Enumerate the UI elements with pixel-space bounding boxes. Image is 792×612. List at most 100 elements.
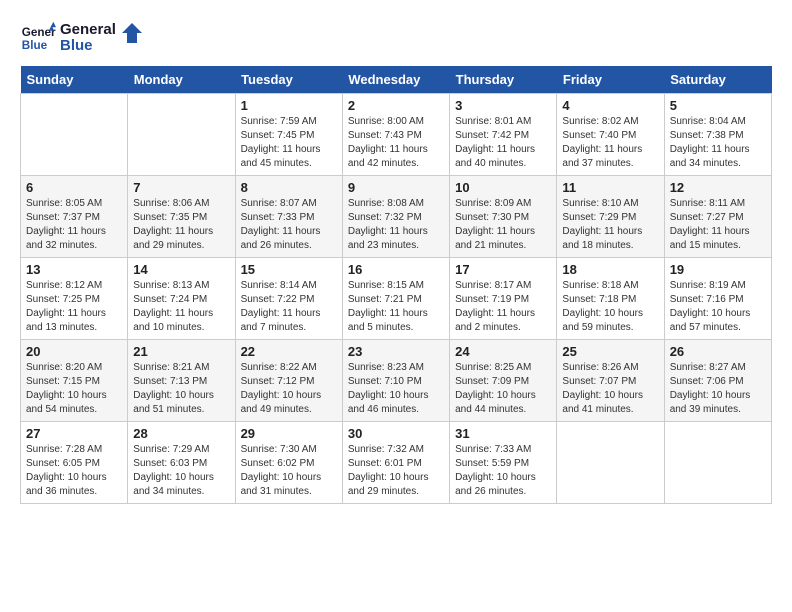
day-info: Sunrise: 8:21 AM Sunset: 7:13 PM Dayligh… xyxy=(133,361,229,417)
day-number: 18 xyxy=(562,262,658,277)
day-number: 5 xyxy=(670,98,766,113)
day-info: Sunrise: 7:28 AM Sunset: 6:05 PM Dayligh… xyxy=(26,443,122,499)
calendar-cell: 20 Sunrise: 8:20 AM Sunset: 7:15 PM Dayli… xyxy=(21,340,128,422)
weekday-header-tuesday: Tuesday xyxy=(235,66,342,94)
logo: General Blue General Blue xyxy=(20,20,142,56)
day-number: 17 xyxy=(455,262,551,277)
calendar-cell: 21Sunrise: 8:21 AM Sunset: 7:13 PM Dayli… xyxy=(128,340,235,422)
day-number: 15 xyxy=(241,262,337,277)
day-info: Sunrise: 8:14 AM Sunset: 7:22 PM Dayligh… xyxy=(241,279,337,335)
header-row: SundayMondayTuesdayWednesdayThursdayFrid… xyxy=(21,66,772,94)
day-number: 14 xyxy=(133,262,229,277)
week-row: 6Sunrise: 8:05 AM Sunset: 7:37 PM Daylig… xyxy=(21,176,772,258)
calendar-cell: 17Sunrise: 8:17 AM Sunset: 7:19 PM Dayli… xyxy=(450,258,557,340)
calendar-cell: 28Sunrise: 7:29 AM Sunset: 6:03 PM Dayli… xyxy=(128,422,235,504)
day-info: Sunrise: 7:30 AM Sunset: 6:02 PM Dayligh… xyxy=(241,443,337,499)
calendar-cell: 24 Sunrise: 8:25 AM Sunset: 7:09 PM Dayli… xyxy=(450,340,557,422)
calendar-cell: 23 Sunrise: 8:23 AM Sunset: 7:10 PM Dayli… xyxy=(342,340,449,422)
calendar-cell: 12 Sunrise: 8:11 AM Sunset: 7:27 PM Dayli… xyxy=(664,176,771,258)
week-row: 13 Sunrise: 8:12 AM Sunset: 7:25 PM Dayli… xyxy=(21,258,772,340)
day-number: 2 xyxy=(348,98,444,113)
day-number: 1 xyxy=(241,98,337,113)
day-info: Sunrise: 8:09 AM Sunset: 7:30 PM Dayligh… xyxy=(455,197,551,253)
day-info: Sunrise: 8:18 AM Sunset: 7:18 PM Dayligh… xyxy=(562,279,658,335)
calendar-cell: 7Sunrise: 8:06 AM Sunset: 7:35 PM Daylig… xyxy=(128,176,235,258)
calendar-cell: 1 Sunrise: 7:59 AM Sunset: 7:45 PM Daylig… xyxy=(235,94,342,176)
day-info: Sunrise: 8:12 AM Sunset: 7:25 PM Dayligh… xyxy=(26,279,122,335)
weekday-header-friday: Friday xyxy=(557,66,664,94)
calendar-cell: 8 Sunrise: 8:07 AM Sunset: 7:33 PM Daylig… xyxy=(235,176,342,258)
day-number: 24 xyxy=(455,344,551,359)
day-number: 26 xyxy=(670,344,766,359)
calendar-cell: 30Sunrise: 7:32 AM Sunset: 6:01 PM Dayli… xyxy=(342,422,449,504)
calendar-cell: 13 Sunrise: 8:12 AM Sunset: 7:25 PM Dayli… xyxy=(21,258,128,340)
calendar-cell: 6Sunrise: 8:05 AM Sunset: 7:37 PM Daylig… xyxy=(21,176,128,258)
day-number: 29 xyxy=(241,426,337,441)
calendar-cell: 11Sunrise: 8:10 AM Sunset: 7:29 PM Dayli… xyxy=(557,176,664,258)
calendar-cell: 5 Sunrise: 8:04 AM Sunset: 7:38 PM Daylig… xyxy=(664,94,771,176)
day-info: Sunrise: 8:07 AM Sunset: 7:33 PM Dayligh… xyxy=(241,197,337,253)
day-info: Sunrise: 8:01 AM Sunset: 7:42 PM Dayligh… xyxy=(455,115,551,171)
day-number: 20 xyxy=(26,344,122,359)
calendar-table: SundayMondayTuesdayWednesdayThursdayFrid… xyxy=(20,66,772,504)
day-info: Sunrise: 8:27 AM Sunset: 7:06 PM Dayligh… xyxy=(670,361,766,417)
day-info: Sunrise: 8:05 AM Sunset: 7:37 PM Dayligh… xyxy=(26,197,122,253)
weekday-header-saturday: Saturday xyxy=(664,66,771,94)
day-number: 23 xyxy=(348,344,444,359)
day-number: 12 xyxy=(670,180,766,195)
calendar-cell: 25Sunrise: 8:26 AM Sunset: 7:07 PM Dayli… xyxy=(557,340,664,422)
day-number: 27 xyxy=(26,426,122,441)
day-info: Sunrise: 8:11 AM Sunset: 7:27 PM Dayligh… xyxy=(670,197,766,253)
day-number: 22 xyxy=(241,344,337,359)
svg-text:Blue: Blue xyxy=(22,39,48,52)
day-number: 9 xyxy=(348,180,444,195)
day-number: 10 xyxy=(455,180,551,195)
day-info: Sunrise: 8:02 AM Sunset: 7:40 PM Dayligh… xyxy=(562,115,658,171)
day-info: Sunrise: 8:04 AM Sunset: 7:38 PM Dayligh… xyxy=(670,115,766,171)
calendar-cell: 31 Sunrise: 7:33 AM Sunset: 5:59 PM Dayli… xyxy=(450,422,557,504)
calendar-cell: 27 Sunrise: 7:28 AM Sunset: 6:05 PM Dayli… xyxy=(21,422,128,504)
calendar-cell: 29 Sunrise: 7:30 AM Sunset: 6:02 PM Dayli… xyxy=(235,422,342,504)
day-number: 3 xyxy=(455,98,551,113)
week-row: 27 Sunrise: 7:28 AM Sunset: 6:05 PM Dayli… xyxy=(21,422,772,504)
day-number: 28 xyxy=(133,426,229,441)
calendar-cell: 14Sunrise: 8:13 AM Sunset: 7:24 PM Dayli… xyxy=(128,258,235,340)
day-number: 11 xyxy=(562,180,658,195)
calendar-cell: 10 Sunrise: 8:09 AM Sunset: 7:30 PM Dayli… xyxy=(450,176,557,258)
calendar-cell: 9 Sunrise: 8:08 AM Sunset: 7:32 PM Daylig… xyxy=(342,176,449,258)
calendar-cell: 15 Sunrise: 8:14 AM Sunset: 7:22 PM Dayli… xyxy=(235,258,342,340)
day-info: Sunrise: 8:19 AM Sunset: 7:16 PM Dayligh… xyxy=(670,279,766,335)
calendar-cell: 19Sunrise: 8:19 AM Sunset: 7:16 PM Dayli… xyxy=(664,258,771,340)
day-info: Sunrise: 8:23 AM Sunset: 7:10 PM Dayligh… xyxy=(348,361,444,417)
page-header: General Blue General Blue xyxy=(20,20,772,56)
day-info: Sunrise: 8:00 AM Sunset: 7:43 PM Dayligh… xyxy=(348,115,444,171)
calendar-cell: 2 Sunrise: 8:00 AM Sunset: 7:43 PM Daylig… xyxy=(342,94,449,176)
calendar-cell: 22 Sunrise: 8:22 AM Sunset: 7:12 PM Dayli… xyxy=(235,340,342,422)
day-info: Sunrise: 8:06 AM Sunset: 7:35 PM Dayligh… xyxy=(133,197,229,253)
calendar-cell: 16Sunrise: 8:15 AM Sunset: 7:21 PM Dayli… xyxy=(342,258,449,340)
weekday-header-thursday: Thursday xyxy=(450,66,557,94)
week-row: 1 Sunrise: 7:59 AM Sunset: 7:45 PM Daylig… xyxy=(21,94,772,176)
day-number: 31 xyxy=(455,426,551,441)
day-info: Sunrise: 7:33 AM Sunset: 5:59 PM Dayligh… xyxy=(455,443,551,499)
day-info: Sunrise: 8:25 AM Sunset: 7:09 PM Dayligh… xyxy=(455,361,551,417)
weekday-header-monday: Monday xyxy=(128,66,235,94)
calendar-cell xyxy=(128,94,235,176)
calendar-cell: 3 Sunrise: 8:01 AM Sunset: 7:42 PM Daylig… xyxy=(450,94,557,176)
weekday-header-wednesday: Wednesday xyxy=(342,66,449,94)
day-info: Sunrise: 7:59 AM Sunset: 7:45 PM Dayligh… xyxy=(241,115,337,171)
day-info: Sunrise: 8:20 AM Sunset: 7:15 PM Dayligh… xyxy=(26,361,122,417)
calendar-cell: 26 Sunrise: 8:27 AM Sunset: 7:06 PM Dayli… xyxy=(664,340,771,422)
day-info: Sunrise: 7:32 AM Sunset: 6:01 PM Dayligh… xyxy=(348,443,444,499)
calendar-cell xyxy=(21,94,128,176)
day-info: Sunrise: 8:15 AM Sunset: 7:21 PM Dayligh… xyxy=(348,279,444,335)
calendar-cell xyxy=(557,422,664,504)
day-number: 8 xyxy=(241,180,337,195)
logo-blue: Blue xyxy=(60,38,116,55)
calendar-cell: 18 Sunrise: 8:18 AM Sunset: 7:18 PM Dayli… xyxy=(557,258,664,340)
calendar-cell: 4 Sunrise: 8:02 AM Sunset: 7:40 PM Daylig… xyxy=(557,94,664,176)
day-info: Sunrise: 8:08 AM Sunset: 7:32 PM Dayligh… xyxy=(348,197,444,253)
day-info: Sunrise: 8:22 AM Sunset: 7:12 PM Dayligh… xyxy=(241,361,337,417)
day-number: 4 xyxy=(562,98,658,113)
day-number: 13 xyxy=(26,262,122,277)
